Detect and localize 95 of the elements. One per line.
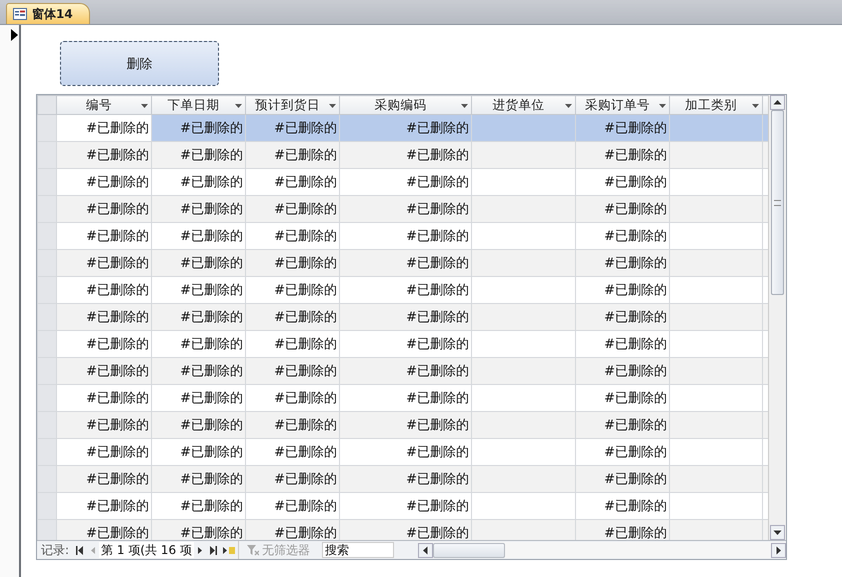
table-cell: #已删除的 (152, 250, 246, 276)
table-cell: #已删除的 (152, 466, 246, 492)
column-header[interactable]: 加工类别 (670, 96, 762, 114)
table-cell: #已删除的 (56, 196, 152, 222)
row-selector[interactable] (38, 142, 56, 168)
next-record-icon[interactable] (196, 546, 203, 554)
filter-icon (246, 544, 259, 556)
table-cell: #已删除的 (576, 466, 670, 492)
table-cell: #已删除的 (576, 358, 670, 384)
column-header[interactable]: 进货单位 (472, 96, 576, 114)
scroll-right-icon[interactable] (771, 542, 786, 558)
row-selector[interactable] (38, 384, 56, 412)
dropdown-icon[interactable] (752, 104, 759, 108)
row-selector[interactable] (38, 114, 56, 142)
table-cell: #已删除的 (152, 142, 246, 168)
row-selector[interactable] (38, 304, 56, 330)
table-cell: #已删除的 (152, 114, 246, 142)
table-cell: #已删除的 (246, 412, 340, 438)
table-cell: #已删除的 (340, 412, 472, 438)
table-cell: #已删除的 (340, 304, 472, 330)
row-selector[interactable] (38, 196, 56, 222)
table-cell: #已删除的 (576, 142, 670, 168)
row-selector[interactable] (38, 250, 56, 276)
dropdown-icon[interactable] (235, 104, 242, 108)
table-cell: #已删除的 (152, 358, 246, 384)
table-cell: #已删除的 (56, 142, 152, 168)
record-label: 记录: (41, 542, 70, 558)
column-header[interactable]: 下单日期 (152, 96, 246, 114)
record-position-field[interactable]: 第 1 项(共 16 项 (99, 542, 194, 558)
column-header[interactable]: 采购编码 (340, 96, 472, 114)
table-cell: #已删除的 (340, 250, 472, 276)
dropdown-icon[interactable] (141, 104, 148, 108)
table-cell: #已删除的 (56, 304, 152, 330)
table-cell: #已删除的 (152, 412, 246, 438)
column-header[interactable]: 采购订单号 (576, 96, 670, 114)
table-cell: #已删除的 (56, 114, 152, 142)
table-cell: #已删除的 (576, 304, 670, 330)
scroll-down-icon[interactable] (770, 525, 785, 540)
table-cell: #已删除的 (56, 250, 152, 276)
last-record-icon[interactable] (208, 546, 217, 554)
table-cell: #已删除的 (246, 520, 340, 540)
form-tab[interactable]: 窗体14 (6, 3, 90, 24)
row-selector[interactable] (38, 168, 56, 196)
previous-record-icon[interactable] (90, 546, 96, 554)
table-cell: #已删除的 (576, 412, 670, 438)
scroll-up-icon[interactable] (770, 95, 785, 110)
table-cell: #已删除的 (246, 142, 340, 168)
table-cell: #已删除的 (340, 196, 472, 222)
table-cell: #已删除的 (56, 358, 152, 384)
table-cell: #已删除的 (340, 114, 472, 142)
table-cell: #已删除的 (56, 466, 152, 492)
dropdown-icon[interactable] (659, 104, 666, 108)
table-cell: #已删除的 (340, 142, 472, 168)
table-cell: #已删除的 (152, 196, 246, 222)
dropdown-icon[interactable] (461, 104, 468, 108)
table-cell: #已删除的 (340, 358, 472, 384)
select-all-corner[interactable] (38, 96, 56, 114)
dropdown-icon[interactable] (565, 104, 572, 108)
table-cell: #已删除的 (340, 466, 472, 492)
dropdown-icon[interactable] (329, 104, 336, 108)
first-record-icon[interactable] (76, 546, 84, 554)
table-cell: #已删除的 (246, 304, 340, 330)
scroll-left-icon[interactable] (418, 542, 433, 558)
row-selector[interactable] (38, 412, 56, 438)
row-selector[interactable] (38, 222, 56, 250)
horizontal-scrollbar[interactable] (418, 542, 786, 558)
table-cell: #已删除的 (56, 412, 152, 438)
table-cell: #已删除的 (246, 114, 340, 142)
table-cell: #已删除的 (56, 520, 152, 540)
row-selector[interactable] (38, 330, 56, 358)
column-header[interactable]: 预计到货日 (246, 96, 340, 114)
row-selector[interactable] (38, 276, 56, 304)
table-cell: #已删除的 (576, 114, 670, 142)
row-selector[interactable] (38, 358, 56, 384)
row-selector[interactable] (38, 466, 56, 492)
table-cell: #已删除的 (152, 304, 246, 330)
table-cell: #已删除的 (246, 466, 340, 492)
table-cell: #已删除的 (152, 520, 246, 540)
table-cell: #已删除的 (246, 196, 340, 222)
table-cell: #已删除的 (246, 358, 340, 384)
search-field[interactable]: 搜索 (322, 542, 394, 558)
row-selector[interactable] (38, 438, 56, 466)
row-selector[interactable] (38, 520, 56, 540)
table-cell: #已删除的 (246, 250, 340, 276)
table-cell: #已删除的 (340, 520, 472, 540)
form-icon (13, 8, 27, 20)
new-record-icon[interactable] (222, 546, 235, 554)
current-record-icon (10, 29, 18, 41)
column-header[interactable]: 编号 (56, 96, 152, 114)
table-cell: #已删除的 (576, 250, 670, 276)
row-selector[interactable] (38, 492, 56, 520)
delete-button[interactable]: 删除 (60, 41, 219, 86)
table-cell: #已删除的 (576, 520, 670, 540)
vertical-scrollbar[interactable] (768, 95, 786, 540)
table-cell: #已删除的 (576, 196, 670, 222)
